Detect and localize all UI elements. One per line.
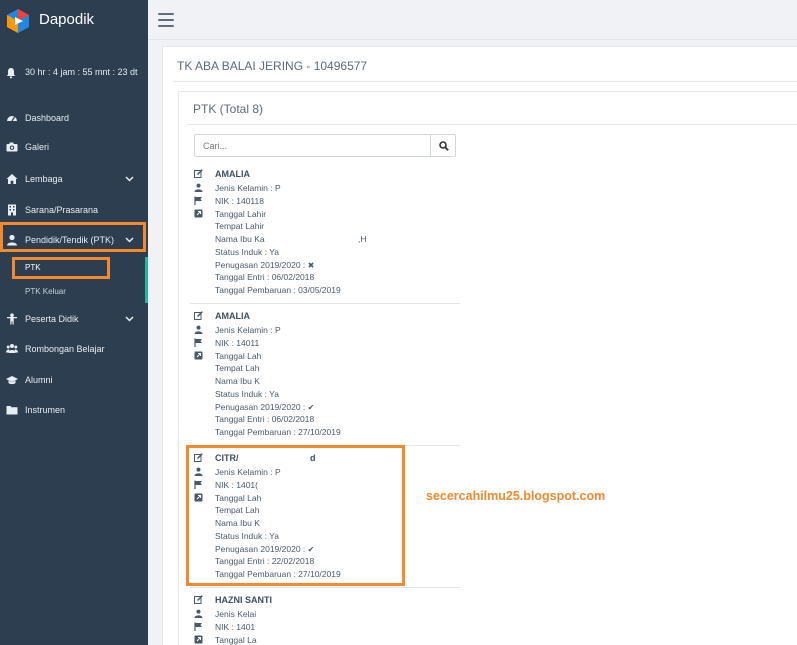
nama-ibu-tail: ,H xyxy=(358,234,367,244)
external-link-icon xyxy=(194,351,203,360)
sidebar-item-label: Alumni xyxy=(25,375,53,385)
chevron-down-icon xyxy=(125,176,134,182)
edit-icon[interactable] xyxy=(194,169,203,178)
tempat-lahir: Tempat Lah xyxy=(215,363,260,373)
folder-icon xyxy=(6,406,18,415)
highlight-box-ptk xyxy=(12,257,110,279)
sidebar-item-instrumen[interactable]: Instrumen xyxy=(0,399,148,421)
flag-icon xyxy=(194,622,202,631)
sidebar-subitem-label: PTK Keluar xyxy=(25,287,66,296)
tempat-lahir: Tempat Lahir xyxy=(215,221,265,231)
sidebar: Dapodik 30 hr : 4 jam : 55 mnt : 23 dt D… xyxy=(0,0,148,645)
jenis-kelamin: Jenis Kelamin : P xyxy=(215,183,281,193)
divider xyxy=(187,124,797,125)
status-induk: Status Induk : Ya xyxy=(215,247,279,257)
ptk-record: HAZNI SANTI Jenis Kelai NIK : 1401 Tangg… xyxy=(190,595,460,645)
ptk-name: AMALIA xyxy=(215,311,250,321)
ptk-name: HAZNI SANTI xyxy=(215,595,272,605)
penugasan-label: Penugasan 2019/2020 : xyxy=(215,402,306,412)
tanggal-entri: Tanggal Entri : 06/02/2018 xyxy=(215,414,315,424)
countdown-text: 30 hr : 4 jam : 55 mnt : 23 dt xyxy=(25,67,138,77)
penugasan: Penugasan 2019/2020 : ✖ xyxy=(215,260,314,270)
sidebar-item-label: Rombongan Belajar xyxy=(25,344,105,354)
ptk-record: AMALIA Jenis Kelamin : P NIK : 14011 Tan… xyxy=(190,311,460,446)
user-icon xyxy=(194,183,203,192)
search-input[interactable] xyxy=(194,134,431,157)
building-icon xyxy=(8,204,16,216)
status-induk: Status Induk : Ya xyxy=(215,389,279,399)
external-link-icon xyxy=(194,209,203,218)
sidebar-item-label: Sarana/Prasarana xyxy=(25,205,99,215)
sidebar-item-peserta-didik[interactable]: Peserta Didik xyxy=(0,308,148,330)
penugasan: Penugasan 2019/2020 : ✔ xyxy=(215,402,314,412)
ptk-name: AMALIA xyxy=(215,169,250,179)
user-icon xyxy=(194,325,203,334)
ptk-list-title: PTK (Total 8) xyxy=(193,102,264,116)
penugasan-label: Penugasan 2019/2020 : xyxy=(215,260,306,270)
hamburger-menu-icon[interactable] xyxy=(158,13,174,27)
brand[interactable]: Dapodik xyxy=(0,0,148,40)
divider xyxy=(173,81,797,82)
search-button[interactable] xyxy=(430,134,456,157)
dapodik-logo-icon xyxy=(7,9,29,33)
chevron-down-icon xyxy=(125,316,134,322)
edit-icon[interactable] xyxy=(194,595,203,604)
divider xyxy=(190,303,460,304)
jenis-kelamin: Jenis Kelamin : P xyxy=(215,325,281,335)
flag-icon xyxy=(194,196,202,205)
nik: NIK : 14011 xyxy=(215,338,260,348)
watermark-text: secercahilmu25.blogspot.com xyxy=(426,489,606,503)
sidebar-subitem-ptk-keluar[interactable]: PTK Keluar xyxy=(0,281,148,303)
user-icon xyxy=(194,609,203,618)
home-icon xyxy=(6,174,18,184)
tanggal-pembaruan: Tanggal Pembaruan : 03/05/2019 xyxy=(215,285,341,295)
countdown-notification: 30 hr : 4 jam : 55 mnt : 23 dt xyxy=(5,66,145,79)
sidebar-item-alumni[interactable]: Alumni xyxy=(0,369,148,391)
camera-icon xyxy=(6,142,18,152)
child-icon xyxy=(7,313,17,325)
sidebar-item-label: Galeri xyxy=(25,142,50,152)
app-name: Dapodik xyxy=(39,11,95,28)
edit-icon[interactable] xyxy=(194,311,203,320)
tanggal-entri: Tanggal Entri : 06/02/2018 xyxy=(215,272,315,282)
ptk-record: AMALIA Jenis Kelamin : P NIK : 140118 Ta… xyxy=(190,169,460,304)
highlight-box-pendidik-tendik xyxy=(0,222,146,252)
external-link-icon xyxy=(194,635,203,644)
tanggal-lahir: Tanggal Lah xyxy=(215,351,262,361)
school-title: TK ABA BALAI JERING - 10496577 xyxy=(177,59,368,73)
check-icon: ✔ xyxy=(307,403,315,412)
dashboard-icon xyxy=(7,116,17,122)
bell-icon xyxy=(6,68,16,79)
nama-ibu: Nama Ibu Ka xyxy=(215,234,265,244)
search-icon xyxy=(439,141,449,151)
users-icon xyxy=(6,344,18,353)
nik: NIK : 140118 xyxy=(215,196,264,206)
flag-icon xyxy=(194,338,202,347)
sidebar-item-dashboard[interactable]: Dashboard xyxy=(0,107,148,129)
sidebar-item-label: Peserta Didik xyxy=(25,314,79,324)
tanggal-lahir: Tanggal La xyxy=(215,635,257,645)
highlight-box-record xyxy=(186,445,405,586)
sidebar-item-rombongan-belajar[interactable]: Rombongan Belajar xyxy=(0,338,148,360)
graduation-cap-icon xyxy=(6,376,18,385)
times-icon: ✖ xyxy=(307,261,315,270)
tanggal-lahir: Tanggal Lahir xyxy=(215,209,267,219)
sidebar-item-sarana-prasarana[interactable]: Sarana/Prasarana xyxy=(0,199,148,221)
nama-ibu: Nama Ibu K xyxy=(215,376,260,386)
sidebar-item-galeri[interactable]: Galeri xyxy=(0,136,148,158)
tanggal-pembaruan: Tanggal Pembaruan : 27/10/2019 xyxy=(215,427,341,437)
divider xyxy=(190,587,460,588)
sidebar-item-lembaga[interactable]: Lembaga xyxy=(0,168,148,190)
jenis-kelamin: Jenis Kelai xyxy=(215,609,257,619)
sidebar-item-label: Instrumen xyxy=(25,405,66,415)
top-bar xyxy=(148,0,797,40)
sidebar-item-label: Lembaga xyxy=(25,174,63,184)
sidebar-item-label: Dashboard xyxy=(25,113,70,123)
nik: NIK : 1401 xyxy=(215,622,256,632)
